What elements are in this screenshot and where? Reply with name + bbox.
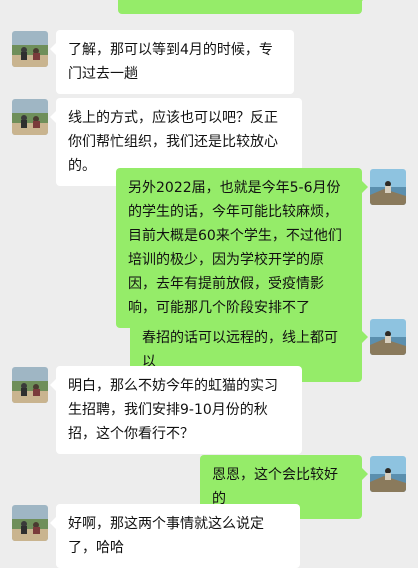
message-bubble-received[interactable]: 明白，那么不妨今年的虹猫的实习生招聘，我们安排9-10月份的秋招，这个你看行不？	[50, 366, 302, 454]
user-photo-icon	[370, 169, 406, 205]
avatar-contact[interactable]	[12, 31, 48, 67]
user-photo-icon	[370, 319, 406, 355]
contact-photo-icon	[12, 99, 48, 135]
user-photo-icon	[370, 456, 406, 492]
contact-photo-icon	[12, 505, 48, 541]
contact-photo-icon	[12, 31, 48, 67]
contact-photo-icon	[12, 367, 48, 403]
message-bubble-received[interactable]: 了解，那可以等到4月的时候，专门过去一趟	[50, 30, 294, 94]
avatar-self[interactable]	[370, 319, 406, 355]
avatar-contact[interactable]	[12, 367, 48, 403]
avatar-contact[interactable]	[12, 99, 48, 135]
avatar-self[interactable]	[370, 456, 406, 492]
message-bubble-received[interactable]: 好啊，那这两个事情就这么说定了，哈哈	[50, 504, 300, 568]
avatar-contact[interactable]	[12, 505, 48, 541]
avatar-self[interactable]	[370, 169, 406, 205]
message-bubble-sent[interactable]: 另外2022届，也就是今年5-6月份的学生的话，今年可能比较麻烦，目前大概是60…	[116, 168, 368, 328]
message-bubble-sent-partial[interactable]	[118, 0, 368, 14]
